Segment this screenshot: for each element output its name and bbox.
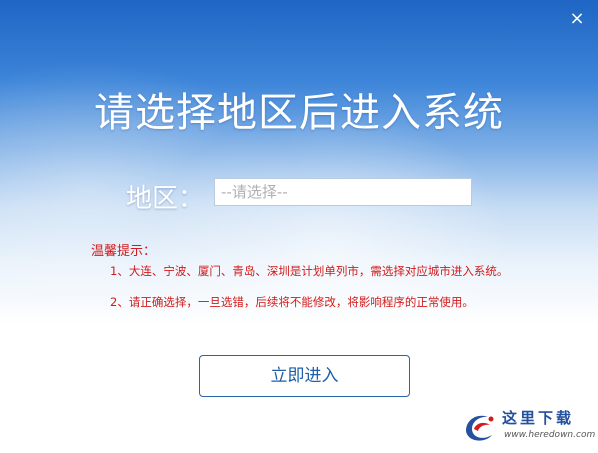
tips-title: 温馨提示：: [91, 244, 157, 259]
close-icon[interactable]: ×: [569, 10, 585, 28]
region-select-window: × 请选择地区后进入系统 地区： --请选择-- 温馨提示： 1、大连、宁波、厦…: [0, 0, 598, 453]
watermark-logo-icon: [466, 415, 494, 441]
tip-item-2: 2、请正确选择，一旦选错，后续将不能修改，将影响程序的正常使用。: [110, 295, 474, 309]
tip-item-1: 1、大连、宁波、厦门、青岛、深圳是计划单列市，需选择对应城市进入系统。: [110, 264, 509, 278]
enter-button[interactable]: 立即进入: [199, 355, 410, 397]
watermark-url: www.heredown.com: [504, 430, 596, 440]
region-select-placeholder: --请选择--: [221, 183, 288, 201]
watermark-name: 这里下载: [502, 409, 575, 427]
watermark: 这里下载 www.heredown.com: [460, 405, 596, 449]
region-select[interactable]: --请选择--: [214, 178, 472, 206]
page-title: 请选择地区后进入系统: [94, 90, 504, 136]
region-label: 地区：: [126, 184, 205, 214]
